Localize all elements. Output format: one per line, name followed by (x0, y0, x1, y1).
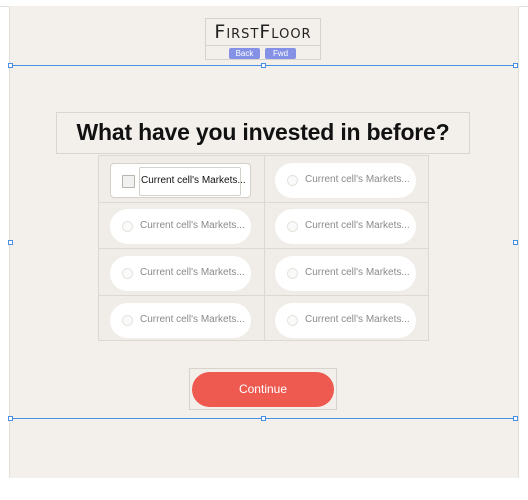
selection-handle[interactable] (261, 416, 266, 421)
option-label: Current cell's Markets... (305, 220, 410, 231)
forward-button[interactable]: Fwd (265, 48, 296, 59)
option-label: Current cell's Markets... (305, 174, 410, 185)
selection-handle[interactable] (8, 416, 13, 421)
option-label: Current cell's Markets... (140, 220, 245, 231)
selection-handle[interactable] (8, 63, 13, 68)
option-item[interactable]: Current cell's Markets... (275, 163, 416, 198)
option-item[interactable]: Current cell's Markets... (110, 209, 251, 244)
grid-divider (99, 248, 428, 249)
option-label: Current cell's Markets... (141, 175, 246, 186)
continue-frame: Continue (189, 368, 337, 410)
brand-logo: FirstFloor (214, 21, 312, 43)
continue-button[interactable]: Continue (192, 372, 334, 407)
option-item[interactable]: Current cell's Markets... (275, 256, 416, 291)
radio-icon[interactable] (287, 315, 298, 326)
back-button[interactable]: Back (229, 48, 260, 59)
option-label: Current cell's Markets... (305, 314, 410, 325)
option-item[interactable]: Current cell's Markets... (275, 303, 416, 338)
question-title: What have you invested in before? (76, 119, 450, 145)
radio-icon[interactable] (122, 221, 133, 232)
grid-divider (99, 202, 428, 203)
question-block: What have you invested in before? (56, 112, 470, 154)
grid-divider (99, 295, 428, 296)
option-item[interactable]: Current cell's Markets... (110, 256, 251, 291)
option-item[interactable]: Current cell's Markets... (110, 163, 251, 198)
radio-icon[interactable] (287, 175, 298, 186)
header-logo-block: FirstFloor Back Fwd (205, 18, 321, 60)
selection-handle[interactable] (513, 240, 518, 245)
options-grid: Current cell's Markets... Current cell's… (98, 155, 429, 341)
selection-handle[interactable] (8, 240, 13, 245)
radio-icon[interactable] (122, 268, 133, 279)
option-item[interactable]: Current cell's Markets... (110, 303, 251, 338)
option-item[interactable]: Current cell's Markets... (275, 209, 416, 244)
radio-icon[interactable] (287, 221, 298, 232)
selection-handle[interactable] (513, 416, 518, 421)
continue-label: Continue (238, 382, 288, 396)
option-label: Current cell's Markets... (305, 267, 410, 278)
checkbox-icon[interactable] (122, 175, 135, 188)
option-label: Current cell's Markets... (140, 267, 245, 278)
selection-handle[interactable] (261, 63, 266, 68)
logo-divider (206, 45, 320, 46)
radio-icon[interactable] (122, 315, 133, 326)
option-label: Current cell's Markets... (140, 314, 245, 325)
radio-icon[interactable] (287, 268, 298, 279)
selection-handle[interactable] (513, 63, 518, 68)
